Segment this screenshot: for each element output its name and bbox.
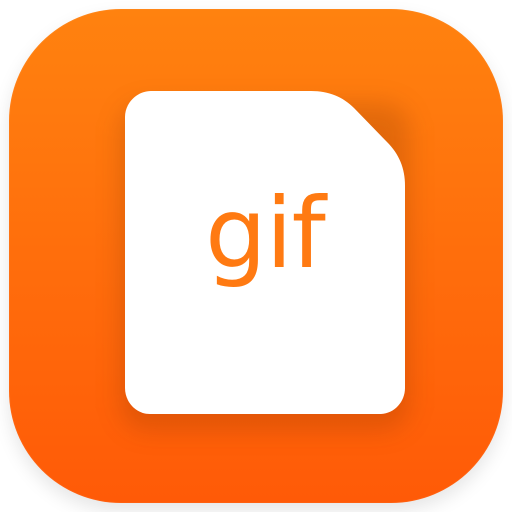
gif-file-icon xyxy=(125,91,405,414)
gif-app-icon[interactable]: gif xyxy=(9,9,503,503)
app-icon-canvas: gif xyxy=(0,0,512,512)
document-sheet xyxy=(125,91,405,414)
